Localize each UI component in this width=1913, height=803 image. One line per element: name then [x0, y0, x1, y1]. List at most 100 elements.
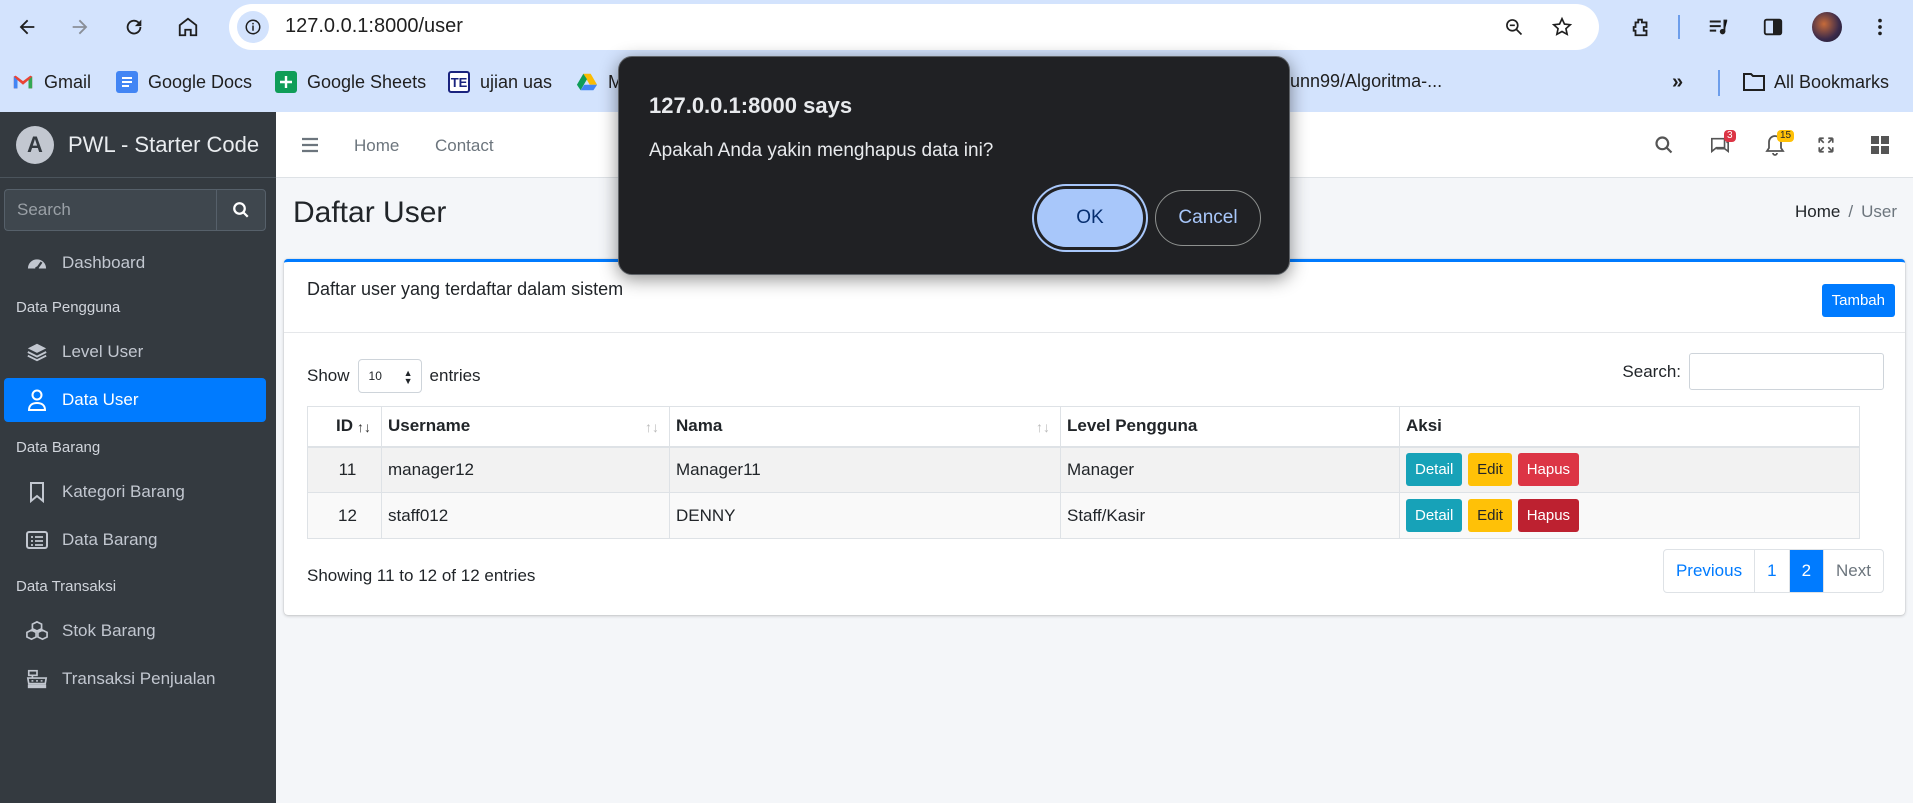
column-header-level: Level Pengguna — [1060, 406, 1400, 448]
sidebar-item-dashboard[interactable]: Dashboard — [4, 241, 266, 285]
home-icon[interactable] — [173, 12, 203, 42]
confirm-dialog: 127.0.0.1:8000 says Apakah Anda yakin me… — [618, 56, 1290, 275]
delete-button[interactable]: Hapus — [1517, 453, 1580, 487]
pagination-page-1[interactable]: 1 — [1754, 550, 1788, 592]
sidebar-item-label: Stok Barang — [62, 621, 156, 640]
table-search-input[interactable] — [1689, 353, 1884, 390]
column-header-nama[interactable]: Nama ↑↓ — [669, 406, 1061, 448]
table-info: Showing 11 to 12 of 12 entries — [307, 566, 536, 585]
reload-icon[interactable] — [119, 12, 149, 42]
edit-button[interactable]: Edit — [1468, 453, 1512, 487]
side-panel-icon[interactable] — [1758, 12, 1788, 42]
more-bookmarks-icon[interactable]: » — [1672, 71, 1683, 94]
sidebar-item-data-barang[interactable]: Data Barang — [4, 518, 266, 562]
sidebar-search-input[interactable]: Search — [4, 189, 216, 231]
dialog-cancel-button[interactable]: Cancel — [1155, 190, 1261, 246]
card-title: Daftar user yang terdaftar dalam sistem — [307, 279, 624, 299]
navbar-search-icon[interactable] — [1651, 132, 1677, 158]
column-label: ID — [336, 416, 353, 436]
search-label: Search: — [1622, 361, 1681, 381]
column-header-aksi: Aksi — [1399, 406, 1860, 448]
pagination-previous[interactable]: Previous — [1664, 550, 1754, 592]
control-sidebar-icon[interactable] — [1867, 132, 1893, 158]
sidebar-item-stok-barang[interactable]: Stok Barang — [4, 609, 266, 653]
nav-contact-link[interactable]: Contact — [435, 136, 494, 156]
sidebar-header-transaksi: Data Transaksi — [16, 578, 117, 595]
sort-icon: ↑↓ — [1036, 419, 1050, 435]
sidebar-item-transaksi-penjualan[interactable]: Transaksi Penjualan — [4, 657, 266, 701]
bookmark-drive[interactable]: M — [576, 71, 623, 93]
hamburger-icon[interactable] — [297, 132, 323, 158]
bookmark-label: Google Sheets — [307, 71, 427, 92]
site-info-icon[interactable] — [237, 11, 269, 43]
detail-button[interactable]: Detail — [1406, 453, 1463, 487]
folder-icon — [1742, 71, 1765, 93]
extensions-icon[interactable] — [1626, 12, 1656, 42]
menu-dots-icon[interactable] — [1865, 12, 1895, 42]
sidebar-item-label: Data Barang — [62, 530, 158, 549]
docs-icon — [116, 71, 138, 93]
notifications-icon[interactable]: 15 — [1762, 130, 1795, 158]
url-text[interactable]: 127.0.0.1:8000/user — [285, 15, 463, 38]
delete-button[interactable]: Hapus — [1517, 499, 1580, 532]
page-length-select[interactable]: 10 ▲ ▼ — [357, 359, 422, 393]
breadcrumb-separator: / — [1848, 202, 1854, 221]
brand-logo-icon: A — [16, 125, 54, 164]
column-header-username[interactable]: Username ↑↓ — [381, 406, 670, 448]
column-label: Nama — [676, 416, 723, 436]
all-bookmarks[interactable]: All Bookmarks — [1742, 71, 1889, 93]
detail-button[interactable]: Detail — [1406, 499, 1463, 532]
sort-asc-icon: ↑↓ — [357, 419, 371, 435]
sidebar-header-barang: Data Barang — [16, 439, 101, 456]
table-row: 12 staff012 DENNY Staff/Kasir Detail Edi… — [307, 492, 1860, 539]
pagination-next: Next — [1823, 550, 1883, 592]
bookmark-google-sheets[interactable]: Google Sheets — [275, 71, 426, 93]
bookmark-star-icon[interactable] — [1547, 12, 1577, 42]
sidebar-item-kategori-barang[interactable]: Kategori Barang — [4, 470, 266, 514]
bookmark-gmail[interactable]: Gmail — [12, 71, 91, 93]
add-user-button[interactable]: Tambah — [1821, 284, 1895, 317]
column-header-id[interactable]: ID ↑↓ — [307, 406, 382, 448]
show-label: Show — [307, 366, 350, 385]
drive-icon — [576, 71, 598, 93]
forward-icon[interactable] — [65, 12, 95, 42]
messages-badge: 3 — [1724, 130, 1736, 142]
sidebar-item-data-user[interactable]: Data User — [4, 378, 266, 422]
bookmark-label: Google Docs — [148, 71, 253, 92]
gmail-icon — [12, 71, 34, 93]
browser-toolbar: 127.0.0.1:8000/user — [0, 0, 1913, 54]
media-control-icon[interactable] — [1703, 12, 1733, 42]
bookmark-algoritma[interactable]: unn99/Algoritma-... — [1290, 71, 1442, 92]
table-header-row: ID ↑↓ Username ↑↓ Nama ↑↓ Level Pengguna Ak… — [307, 406, 1860, 448]
edit-button[interactable]: Edit — [1468, 499, 1512, 532]
back-icon[interactable] — [12, 12, 42, 42]
breadcrumb-home[interactable]: Home — [1795, 202, 1840, 221]
list-alt-icon — [26, 529, 48, 551]
bookmark-ujian-uas[interactable]: TE ujian uas — [448, 71, 552, 93]
sidebar-search-button[interactable] — [216, 189, 266, 231]
nav-home-link[interactable]: Home — [354, 136, 399, 156]
messages-icon[interactable]: 3 — [1707, 130, 1736, 158]
bookmark-label: ujian uas — [480, 71, 553, 92]
brand-text: PWL - Starter Code — [68, 131, 260, 157]
brand-link[interactable]: A PWL - Starter Code — [0, 112, 276, 178]
bookmark-google-docs[interactable]: Google Docs — [116, 71, 252, 93]
bookmark-label: Gmail — [44, 71, 92, 92]
sidebar-item-label: Transaksi Penjualan — [62, 669, 216, 688]
zoom-icon[interactable] — [1499, 12, 1529, 42]
sidebar-item-label: Data User — [62, 390, 139, 409]
tachometer-icon — [26, 252, 48, 274]
fullscreen-icon[interactable] — [1813, 132, 1839, 158]
cell-level: Manager — [1060, 446, 1400, 493]
bookmark-icon — [26, 481, 48, 503]
dialog-ok-button[interactable]: OK — [1037, 189, 1143, 247]
pagination-page-2[interactable]: 2 — [1788, 550, 1824, 592]
address-bar[interactable]: 127.0.0.1:8000/user — [229, 4, 1599, 50]
page-title: Daftar User — [293, 196, 447, 229]
column-label: Level Pengguna — [1067, 416, 1198, 436]
sidebar-item-level-user[interactable]: Level User — [4, 330, 266, 374]
table-row: 11 manager12 Manager11 Manager Detail Ed… — [307, 446, 1860, 493]
user-table: ID ↑↓ Username ↑↓ Nama ↑↓ Level Pengguna Ak… — [307, 406, 1860, 539]
cell-aksi: Detail Edit Hapus — [1399, 446, 1860, 493]
profile-avatar[interactable] — [1812, 12, 1842, 42]
